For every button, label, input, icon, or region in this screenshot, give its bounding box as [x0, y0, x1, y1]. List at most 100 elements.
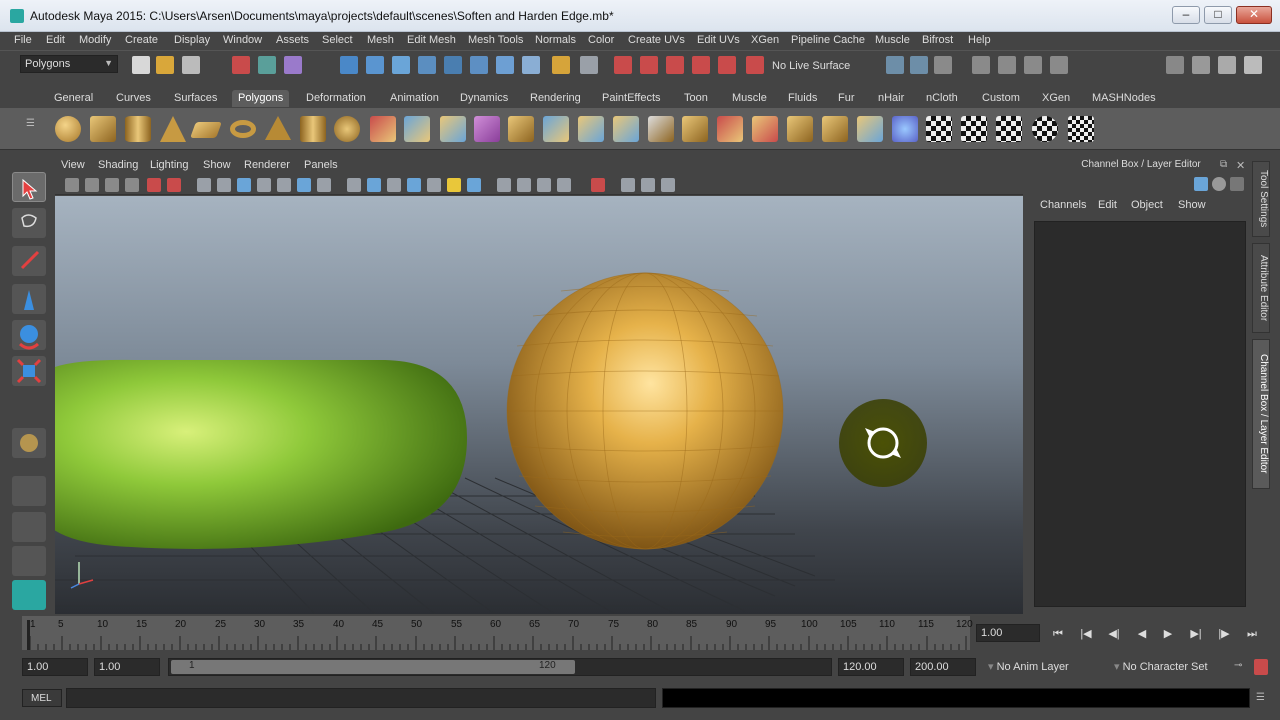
menu-color[interactable]: Color: [588, 34, 614, 46]
poly-soccer-ball-icon[interactable]: [334, 116, 360, 142]
channel-box-contents[interactable]: [1034, 221, 1246, 607]
menu-muscle[interactable]: Muscle: [875, 34, 910, 46]
panel-menu-view[interactable]: View: [61, 159, 85, 171]
attribute-editor-toggle-icon[interactable]: [1192, 56, 1210, 74]
tool-settings-toggle-icon[interactable]: [1218, 56, 1236, 74]
separate-icon[interactable]: [404, 116, 430, 142]
shelf-tab-polygons[interactable]: Polygons: [232, 90, 290, 107]
snap-to-curves-icon[interactable]: [640, 56, 658, 74]
shelf-tab-rendering[interactable]: Rendering: [524, 90, 587, 107]
panel-menu-renderer[interactable]: Renderer: [244, 159, 290, 171]
depth-of-field-icon[interactable]: [557, 178, 571, 192]
close-button[interactable]: ✕: [1236, 6, 1272, 24]
go-to-end-button[interactable]: ⏭: [1240, 624, 1264, 644]
shelf-tab-toon[interactable]: Toon: [678, 90, 714, 107]
select-by-hierarchy-icon[interactable]: [232, 56, 250, 74]
step-forward-key-button[interactable]: |▶: [1212, 624, 1236, 644]
step-back-frame-button[interactable]: ◀|: [1102, 624, 1126, 644]
menu-mesh[interactable]: Mesh: [367, 34, 394, 46]
playback-start-field[interactable]: 1.00: [94, 658, 160, 676]
poly-prism-icon[interactable]: [265, 116, 291, 140]
snap-to-points-icon[interactable]: [666, 56, 684, 74]
panel-menu-shading[interactable]: Shading: [98, 159, 138, 171]
shadows-icon[interactable]: [467, 178, 481, 192]
minimize-button[interactable]: –: [1172, 6, 1200, 24]
reduce-icon[interactable]: [648, 116, 674, 142]
shelf-tab-painteffects[interactable]: PaintEffects: [596, 90, 667, 107]
play-backwards-button[interactable]: ◀: [1130, 624, 1154, 644]
make-live-icon[interactable]: [718, 56, 736, 74]
cleanup-icon[interactable]: [682, 116, 708, 142]
shelf-tab-dynamics[interactable]: Dynamics: [454, 90, 514, 107]
shelf-tab-general[interactable]: General: [48, 90, 99, 107]
menu-normals[interactable]: Normals: [535, 34, 576, 46]
xray-joints-icon[interactable]: [661, 178, 675, 192]
smooth-shade-icon[interactable]: [367, 178, 381, 192]
play-forwards-button[interactable]: ▶: [1156, 624, 1180, 644]
snap-to-grids-icon[interactable]: [614, 56, 632, 74]
shelf-tab-curves[interactable]: Curves: [110, 90, 157, 107]
textured-icon[interactable]: [407, 178, 421, 192]
xray-icon[interactable]: [621, 178, 635, 192]
select-handles-icon[interactable]: [340, 56, 358, 74]
float-panel-icon[interactable]: ⧉: [1220, 159, 1230, 171]
select-joints-icon[interactable]: [366, 56, 384, 74]
new-scene-icon[interactable]: [132, 56, 150, 74]
safe-action-icon[interactable]: [297, 178, 311, 192]
menu-edit-uvs[interactable]: Edit UVs: [697, 34, 740, 46]
command-input[interactable]: [66, 688, 656, 708]
poly-pipe-icon[interactable]: [300, 116, 326, 142]
animation-start-field[interactable]: 1.00: [22, 658, 88, 676]
shelf-tab-fur[interactable]: Fur: [832, 90, 861, 107]
append-polygon-icon[interactable]: [752, 116, 778, 142]
close-panel-icon[interactable]: ✕: [1236, 159, 1246, 172]
shelf-tab-animation[interactable]: Animation: [384, 90, 445, 107]
channel-box-layer-editor-mode-icon[interactable]: [1230, 177, 1244, 191]
isolate-select-icon[interactable]: [591, 178, 605, 192]
range-bar[interactable]: 1 120: [168, 658, 832, 676]
poly-cone-icon[interactable]: [160, 116, 186, 142]
image-plane-icon[interactable]: [125, 178, 139, 192]
shelf-tab-deformation[interactable]: Deformation: [300, 90, 372, 107]
screen-space-ao-icon[interactable]: [497, 178, 511, 192]
render-view-icon[interactable]: [1050, 56, 1068, 74]
resolution-gate-icon[interactable]: [237, 178, 251, 192]
shelf-tab-xgen[interactable]: XGen: [1036, 90, 1076, 107]
shelf-tab-surfaces[interactable]: Surfaces: [168, 90, 223, 107]
panel-menu-show[interactable]: Show: [203, 159, 231, 171]
shelf-menu-icon[interactable]: ☰: [26, 118, 38, 138]
menu-help[interactable]: Help: [968, 34, 991, 46]
grid-icon[interactable]: [197, 178, 211, 192]
live-surface-label[interactable]: No Live Surface: [772, 60, 850, 72]
render-settings-icon[interactable]: [998, 56, 1016, 74]
sculpt-geometry-icon[interactable]: [892, 116, 918, 142]
animation-preferences-icon[interactable]: [1254, 659, 1268, 675]
shelf-tab-custom[interactable]: Custom: [976, 90, 1026, 107]
xray-active-components-icon[interactable]: [641, 178, 655, 192]
maximize-button[interactable]: □: [1204, 6, 1232, 24]
construction-history-icon[interactable]: [910, 56, 928, 74]
wireframe-icon[interactable]: [347, 178, 361, 192]
modeling-toolkit-icon[interactable]: [1166, 56, 1184, 74]
menu-modify[interactable]: Modify: [79, 34, 111, 46]
playback-end-field[interactable]: 120.00: [838, 658, 904, 676]
select-dynamics-icon[interactable]: [470, 56, 488, 74]
animation-end-field[interactable]: 200.00: [910, 658, 976, 676]
channel-box-menu-channels[interactable]: Channels: [1040, 199, 1086, 211]
smooth-icon[interactable]: [474, 116, 500, 142]
automatic-mapping-icon[interactable]: [1068, 116, 1094, 142]
script-language-toggle[interactable]: MEL: [22, 689, 62, 707]
poly-cube-icon[interactable]: [90, 116, 116, 142]
shelf-tab-nhair[interactable]: nHair: [872, 90, 910, 107]
range-handle[interactable]: 1 120: [171, 660, 575, 674]
film-gate-icon[interactable]: [217, 178, 231, 192]
menu-select[interactable]: Select: [322, 34, 353, 46]
shelf-tab-muscle[interactable]: Muscle: [726, 90, 773, 107]
open-scene-icon[interactable]: [156, 56, 174, 74]
menu-create-uvs[interactable]: Create UVs: [628, 34, 685, 46]
shelf-tab-fluids[interactable]: Fluids: [782, 90, 823, 107]
lock-selection-icon[interactable]: [552, 56, 570, 74]
shelf-tab-ncloth[interactable]: nCloth: [920, 90, 964, 107]
channel-box-toggle-icon[interactable]: [1244, 56, 1262, 74]
step-forward-frame-button[interactable]: ▶|: [1184, 624, 1208, 644]
